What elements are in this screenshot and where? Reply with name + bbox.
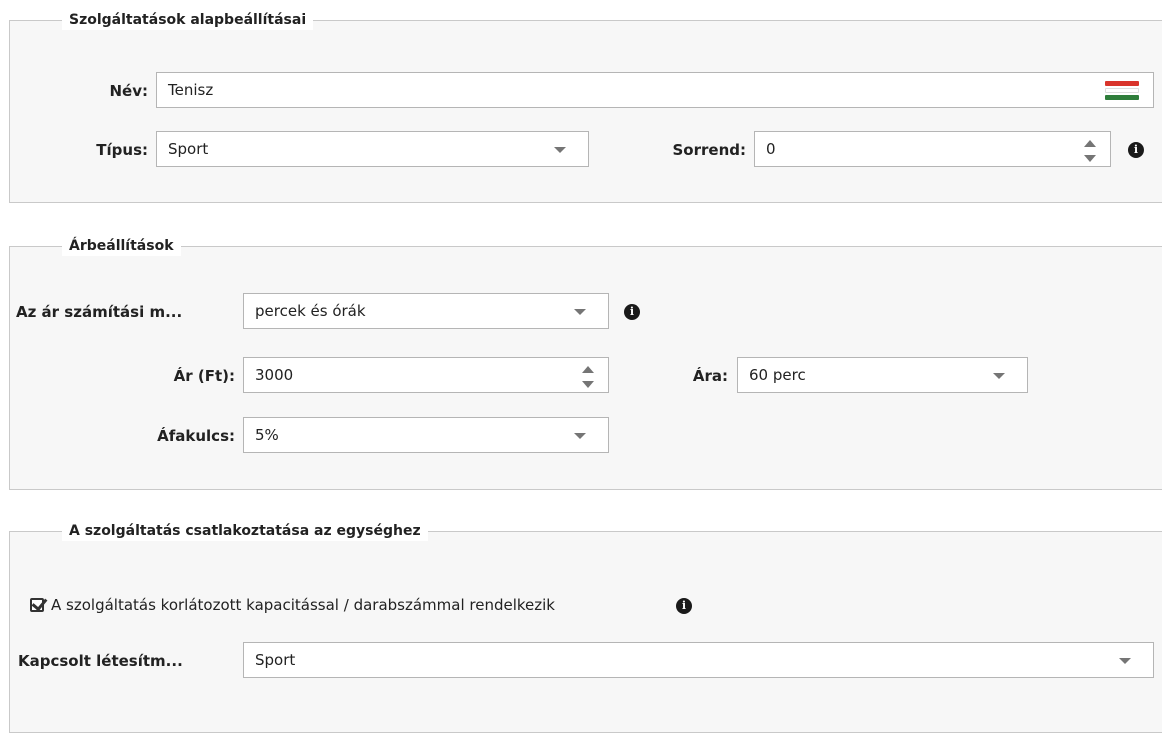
chevron-down-icon [574, 309, 586, 315]
order-label: Sorrend: [672, 141, 747, 159]
unit-link-legend: A szolgáltatás csatlakoztatása az egység… [62, 521, 428, 541]
facility-select[interactable]: Sport [243, 642, 1154, 678]
spinner-icon[interactable] [1084, 140, 1096, 162]
spinner-icon[interactable] [582, 366, 594, 388]
info-icon[interactable]: i [676, 598, 692, 614]
vat-select[interactable]: 5% [243, 417, 609, 453]
vat-value: 5% [255, 426, 279, 444]
price-settings-fieldset: Árbeállítások Az ár számítási m... perce… [9, 236, 1162, 490]
type-select[interactable]: Sport [156, 131, 589, 167]
capacity-checkbox-label[interactable]: A szolgáltatás korlátozott kapacitással … [51, 595, 555, 615]
legend-line-left [10, 246, 62, 247]
name-input[interactable]: Tenisz [156, 72, 1154, 108]
price-per-select[interactable]: 60 perc [737, 357, 1028, 393]
order-value: 0 [766, 140, 776, 158]
unit-link-fieldset: A szolgáltatás csatlakoztatása az egység… [9, 521, 1162, 733]
basic-settings-legend: Szolgáltatások alapbeállításai [62, 10, 314, 30]
price-label: Ár (Ft): [173, 367, 235, 385]
name-value: Tenisz [168, 81, 214, 99]
price-settings-legend: Árbeállítások [62, 236, 181, 256]
type-value: Sport [168, 140, 209, 158]
price-per-label: Ára: [692, 367, 728, 385]
calc-method-label: Az ár számítási m... [16, 303, 183, 321]
info-icon[interactable]: i [624, 304, 640, 320]
name-label: Név: [109, 82, 148, 100]
type-label: Típus: [96, 141, 148, 159]
chevron-down-icon [993, 373, 1005, 379]
hungarian-flag-icon[interactable] [1105, 81, 1139, 103]
legend-line-right [497, 531, 1162, 532]
checkmark-icon [31, 594, 48, 612]
capacity-checkbox[interactable] [30, 594, 48, 612]
price-value: 3000 [255, 366, 294, 384]
price-per-value: 60 perc [749, 366, 806, 384]
legend-line-right [210, 246, 1162, 247]
info-icon[interactable]: i [1128, 142, 1144, 158]
calc-method-value: percek és órák [255, 302, 366, 320]
facility-label: Kapcsolt létesítm... [18, 652, 183, 670]
chevron-down-icon [574, 433, 586, 439]
chevron-down-icon [1119, 658, 1131, 664]
calc-method-select[interactable]: percek és órák [243, 293, 609, 329]
legend-line-left [10, 531, 62, 532]
legend-line-left [10, 20, 62, 21]
basic-settings-fieldset: Szolgáltatások alapbeállításai Név: Teni… [9, 10, 1162, 203]
legend-line-right [361, 20, 1162, 21]
vat-label: Áfakulcs: [157, 427, 235, 445]
order-stepper[interactable]: 0 [754, 131, 1111, 167]
price-stepper[interactable]: 3000 [243, 357, 609, 393]
chevron-down-icon [554, 147, 566, 153]
facility-value: Sport [255, 651, 296, 669]
